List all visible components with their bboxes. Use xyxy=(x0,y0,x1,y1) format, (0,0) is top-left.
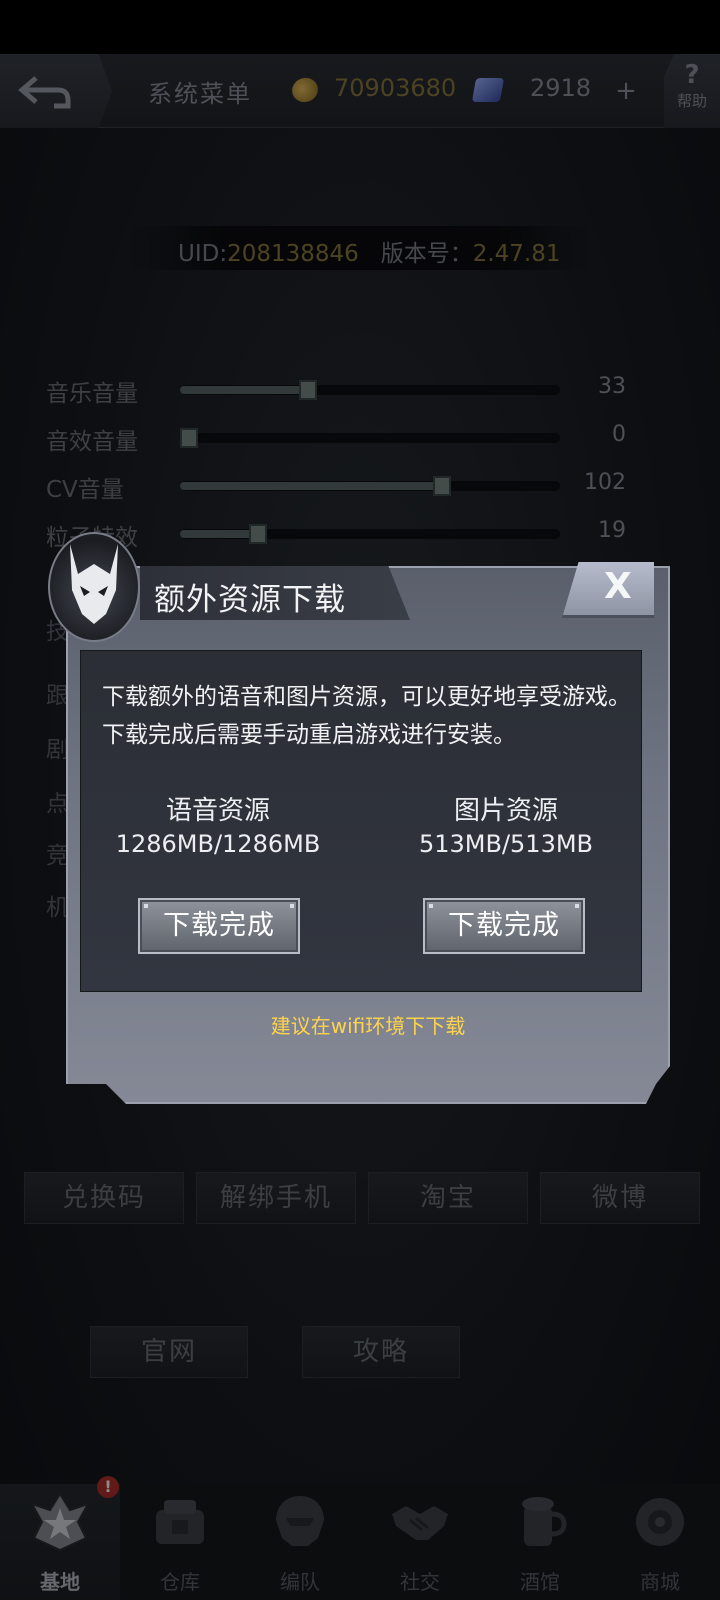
voice-download-button[interactable]: 下载完成 xyxy=(138,898,300,954)
dialog-description: 下载额外的语音和图片资源，可以更好地享受游戏。下载完成后需要手动重启游戏进行安装… xyxy=(102,684,631,748)
close-icon[interactable]: X xyxy=(604,566,632,607)
dialog-title: 额外资源下载 xyxy=(154,582,346,618)
image-download-button[interactable]: 下载完成 xyxy=(423,898,585,954)
voice-resource-size: 1286MB/1286MB xyxy=(115,830,321,858)
status-bar xyxy=(0,0,720,54)
image-resource-label: 图片资源 xyxy=(453,796,558,826)
voice-resource-label: 语音资源 xyxy=(165,796,270,826)
wifi-hint: 建议在wifi环境下下载 xyxy=(270,1014,466,1038)
system-menu-screen: 系统菜单 70903680 2918 + ? 帮助 UID:208138846 … xyxy=(0,0,720,1600)
helmet-emblem-icon xyxy=(48,532,140,642)
image-resource-size: 513MB/513MB xyxy=(418,830,594,858)
